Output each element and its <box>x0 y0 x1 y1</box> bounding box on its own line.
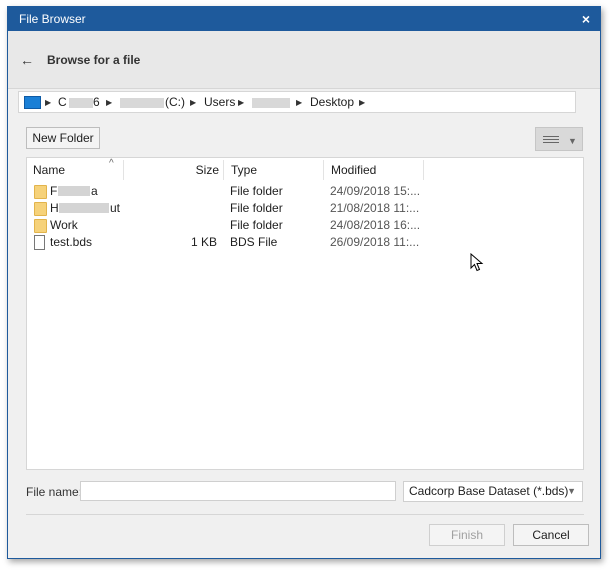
close-icon[interactable]: × <box>572 7 600 31</box>
file-type-filter-value: Cadcorp Base Dataset (*.bds) <box>409 484 569 498</box>
row-name-end: ut <box>110 201 121 215</box>
page-title: Browse for a file <box>47 53 141 67</box>
breadcrumb-item-drive[interactable]: (C:) <box>165 95 185 110</box>
column-separator[interactable] <box>123 160 124 180</box>
cancel-button[interactable]: Cancel <box>513 524 589 546</box>
breadcrumb-item-users[interactable]: Users <box>204 95 235 110</box>
triangle-right-icon[interactable]: ▶ <box>296 95 302 110</box>
row-name-start: F <box>50 184 58 198</box>
row-modified: 24/09/2018 15:... <box>330 184 421 198</box>
row-type: BDS File <box>230 235 278 249</box>
sort-ascending-icon: ^ <box>109 158 114 169</box>
redacted-text <box>59 203 109 213</box>
mouse-cursor-icon <box>470 253 484 272</box>
header: ← Browse for a file <box>8 31 600 89</box>
table-row[interactable]: test.bds 1 KB BDS File 26/09/2018 11:... <box>27 234 583 251</box>
row-name: test.bds <box>50 235 93 249</box>
row-modified: 24/08/2018 16:... <box>330 218 421 232</box>
finish-button[interactable]: Finish <box>429 524 505 546</box>
table-row[interactable]: Work File folder 24/08/2018 16:... <box>27 217 583 234</box>
row-modified: 21/08/2018 11:... <box>330 201 420 215</box>
new-folder-button[interactable]: New Folder <box>26 127 100 149</box>
details-view-icon[interactable]: ▼ <box>535 127 583 151</box>
column-header-type[interactable]: Type <box>225 158 321 182</box>
redacted-text <box>69 98 93 108</box>
computer-icon[interactable] <box>24 96 41 109</box>
filename-label: File name: <box>26 485 83 499</box>
folder-icon <box>34 185 47 199</box>
divider <box>26 514 584 515</box>
redacted-text <box>120 98 164 108</box>
breadcrumb-item-drive-prefix[interactable]: C <box>58 95 67 110</box>
column-separator[interactable] <box>323 160 324 180</box>
chevron-down-icon: ▼ <box>567 486 576 496</box>
row-modified: 26/09/2018 11:... <box>330 235 420 249</box>
breadcrumb-item-desktop[interactable]: Desktop <box>310 95 354 110</box>
row-size: 1 KB <box>190 235 217 249</box>
triangle-right-icon[interactable]: ▶ <box>106 95 112 110</box>
file-icon <box>34 235 45 250</box>
filename-input[interactable] <box>80 481 396 501</box>
column-separator[interactable] <box>423 160 424 180</box>
column-header-size[interactable]: Size <box>187 158 223 182</box>
table-row[interactable]: H ut File folder 21/08/2018 11:... <box>27 200 583 217</box>
folder-icon <box>34 219 47 233</box>
column-separator[interactable] <box>223 160 224 180</box>
row-type: File folder <box>230 201 283 215</box>
redacted-text <box>58 186 90 196</box>
file-list: Name ^ Size Type Modified F a File folde… <box>26 157 584 470</box>
row-type: File folder <box>230 218 283 232</box>
column-header-modified[interactable]: Modified <box>325 158 423 182</box>
table-row[interactable]: F a File folder 24/09/2018 15:... <box>27 183 583 200</box>
file-type-filter[interactable]: Cadcorp Base Dataset (*.bds) ▼ <box>403 481 583 502</box>
row-name: Work <box>50 218 78 232</box>
back-arrow-icon[interactable]: ← <box>18 51 36 69</box>
title-bar: File Browser × <box>8 7 600 31</box>
folder-icon <box>34 202 47 216</box>
row-name-start: H <box>50 201 59 215</box>
triangle-right-icon[interactable]: ▶ <box>359 95 365 110</box>
window-title: File Browser <box>19 12 86 26</box>
triangle-right-icon[interactable]: ▶ <box>190 95 196 110</box>
row-type: File folder <box>230 184 283 198</box>
triangle-right-icon[interactable]: ▶ <box>45 95 51 110</box>
breadcrumb-item-drive-suffix[interactable]: 6 <box>93 95 100 110</box>
redacted-text <box>252 98 290 108</box>
row-name-end: a <box>91 184 98 198</box>
triangle-right-icon[interactable]: ▶ <box>238 95 244 110</box>
breadcrumb: ▶ C 6 ▶ (C:) ▶ Users ▶ ▶ Desktop ▶ <box>18 91 576 113</box>
